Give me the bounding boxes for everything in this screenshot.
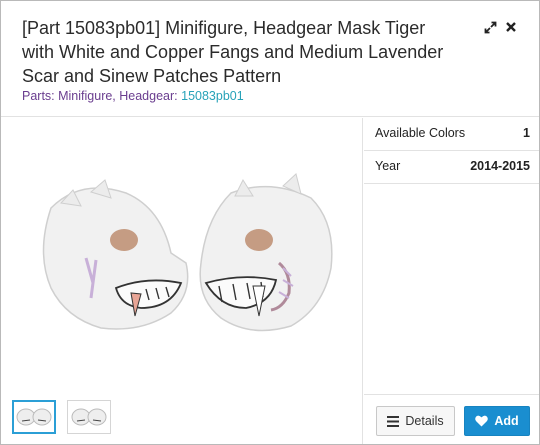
- thumbnail-image: [16, 408, 52, 426]
- breadcrumb: Parts: Minifigure, Headgear: 15083pb01: [22, 89, 244, 103]
- available-colors-row: Available Colors 1: [364, 118, 539, 151]
- close-button[interactable]: [503, 19, 519, 35]
- close-icon: [506, 22, 516, 32]
- breadcrumb-category[interactable]: Parts: Minifigure, Headgear:: [22, 89, 178, 103]
- heart-icon: [475, 415, 489, 427]
- add-label: Add: [494, 414, 519, 428]
- available-colors-label: Available Colors: [375, 126, 466, 140]
- year-value: 2014-2015: [470, 159, 530, 173]
- expand-button[interactable]: [482, 19, 498, 35]
- breadcrumb-part-link[interactable]: 15083pb01: [181, 89, 244, 103]
- part-image: [42, 173, 333, 332]
- part-dialog: [Part 15083pb01] Minifigure, Headgear Ma…: [0, 0, 540, 445]
- image-gallery: [1, 118, 363, 444]
- thumbnail-2[interactable]: [67, 400, 111, 434]
- mask-right-view: [199, 173, 333, 332]
- thumbnail-1[interactable]: [12, 400, 56, 434]
- year-label: Year: [375, 159, 401, 173]
- year-row: Year 2014-2015: [364, 151, 539, 184]
- dialog-header: [Part 15083pb01] Minifigure, Headgear Ma…: [1, 1, 539, 117]
- thumbnail-image: [71, 408, 107, 426]
- details-label: Details: [405, 414, 444, 428]
- list-icon: [387, 415, 400, 427]
- available-colors-value: 1: [523, 126, 530, 140]
- add-button[interactable]: Add: [464, 406, 530, 436]
- expand-icon: [484, 21, 496, 33]
- mask-left-view: [42, 179, 189, 330]
- details-button[interactable]: Details: [376, 406, 455, 436]
- action-footer: Details Add: [364, 394, 539, 444]
- part-title: [Part 15083pb01] Minifigure, Headgear Ma…: [22, 18, 444, 86]
